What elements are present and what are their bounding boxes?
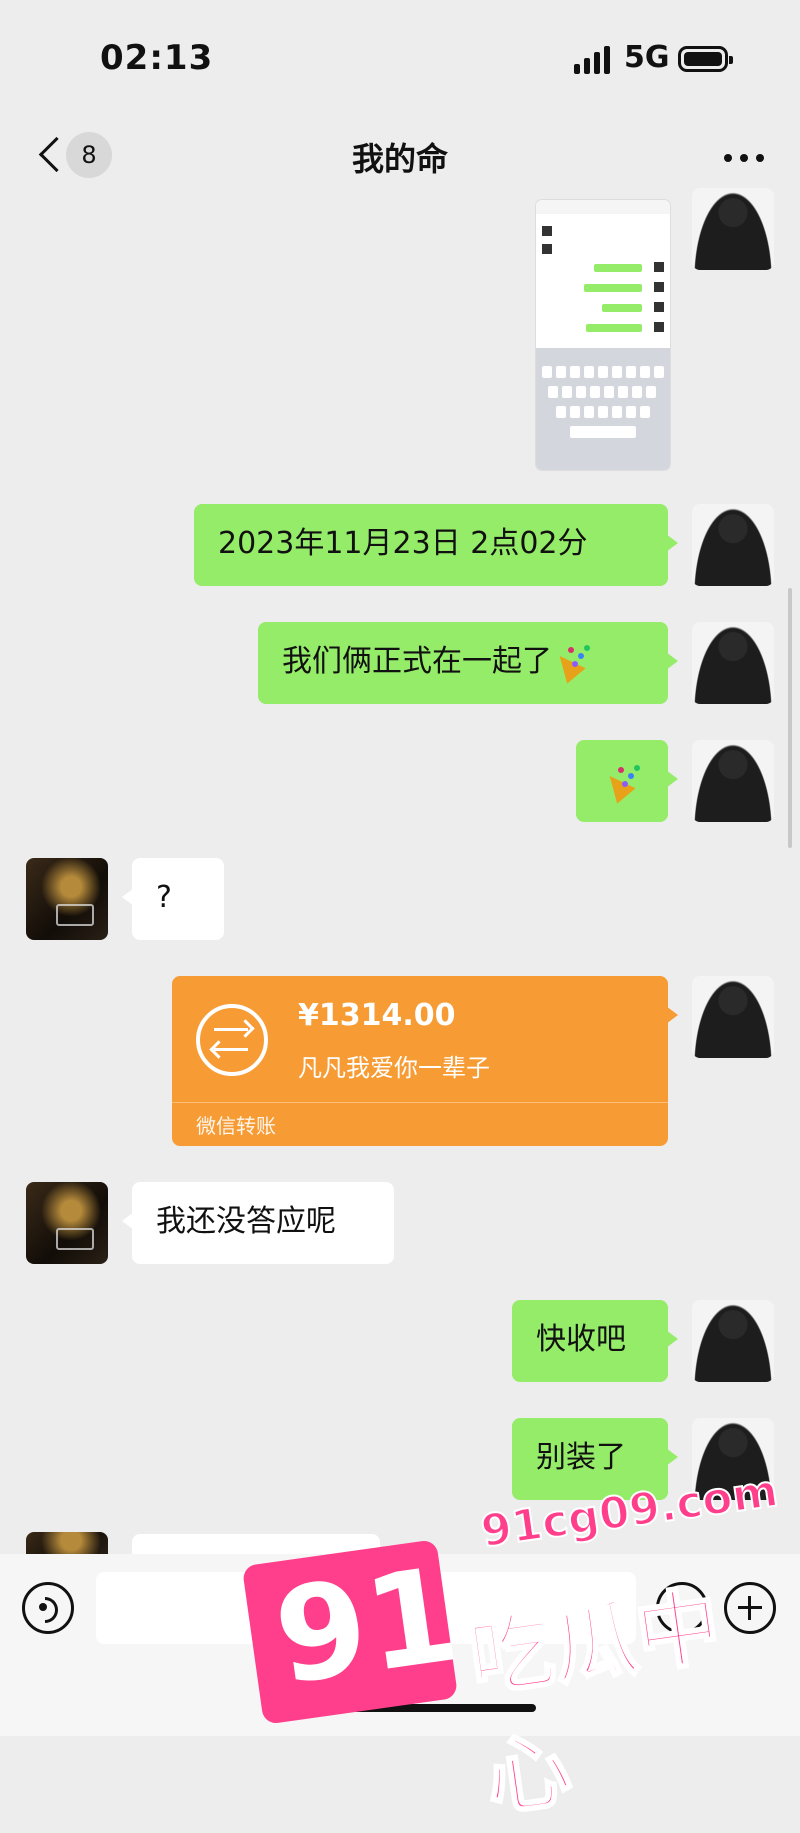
avatar[interactable]: [692, 504, 774, 586]
message-bubble[interactable]: ?: [122, 858, 224, 940]
transfer-amount: ¥1314.00: [298, 998, 456, 1033]
party-popper-icon: [552, 645, 588, 681]
message-bubble[interactable]: 我还没答应呢: [122, 1182, 394, 1264]
transfer-note: 凡凡我爱你一辈子: [298, 1054, 490, 1082]
message-bubble[interactable]: [576, 740, 678, 822]
avatar[interactable]: [26, 1532, 108, 1556]
avatar[interactable]: [26, 858, 108, 940]
scrollbar[interactable]: [788, 588, 792, 848]
avatar[interactable]: [692, 976, 774, 1058]
avatar[interactable]: [692, 1418, 774, 1500]
avatar[interactable]: [26, 1182, 108, 1264]
input-bar: [0, 1554, 800, 1736]
avatar[interactable]: [692, 622, 774, 704]
emoji-icon[interactable]: [656, 1582, 708, 1634]
plus-icon[interactable]: [724, 1582, 776, 1634]
avatar[interactable]: [692, 1300, 774, 1382]
avatar[interactable]: [692, 740, 774, 822]
status-time: 02:13: [100, 38, 214, 78]
message-input[interactable]: [96, 1572, 636, 1644]
message-bubble[interactable]: 别装了: [512, 1418, 678, 1500]
battery-icon: [678, 46, 733, 72]
message-text: 我们俩正式在一起了: [282, 644, 552, 679]
avatar[interactable]: [692, 188, 774, 270]
party-popper-icon: [602, 765, 638, 801]
chat-header: 8 我的命: [0, 120, 800, 190]
chat-screenshot-image[interactable]: [536, 200, 670, 470]
more-options-icon[interactable]: [724, 154, 764, 162]
message-bubble[interactable]: 2023年11月23日 2点02分: [194, 504, 678, 586]
message-bubble[interactable]: 我们俩正式在一起了: [258, 622, 678, 704]
signal-icon: [574, 46, 614, 74]
status-bar: 02:13 5G: [0, 0, 800, 120]
message-bubble[interactable]: 快收吧: [512, 1300, 678, 1382]
transfer-label: 微信转账: [196, 1114, 276, 1138]
transfer-card[interactable]: ¥1314.00 凡凡我爱你一辈子 微信转账: [172, 976, 678, 1146]
divider: [172, 1102, 668, 1103]
watermark: 91 91cg09.com 吃瓜中心: [0, 0, 800, 1830]
message-bubble[interactable]: [132, 1534, 380, 1556]
network-type: 5G: [624, 40, 670, 75]
transfer-icon: [196, 1004, 268, 1076]
chat-title: 我的命: [351, 140, 448, 178]
home-indicator[interactable]: [264, 1704, 536, 1712]
voice-icon[interactable]: [22, 1582, 74, 1634]
